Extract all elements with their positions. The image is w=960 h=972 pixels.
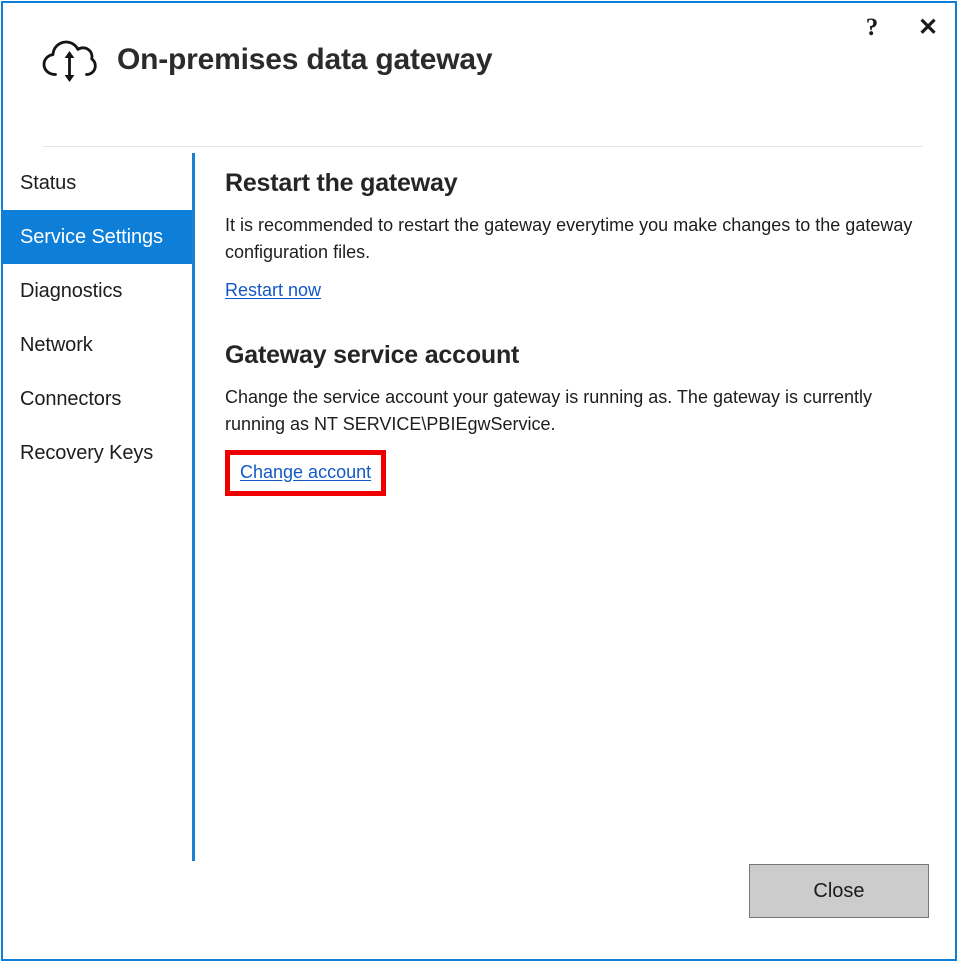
sidebar-item-recovery-keys[interactable]: Recovery Keys <box>3 426 193 480</box>
sidebar-nav: Status Service Settings Diagnostics Netw… <box>3 156 193 480</box>
header-divider <box>43 146 923 147</box>
cloud-updown-arrow-icon <box>41 36 97 84</box>
help-icon[interactable]: ? <box>853 11 891 45</box>
sidebar-item-label: Network <box>20 333 93 356</box>
sidebar-item-label: Recovery Keys <box>20 441 154 464</box>
service-account-section-body: Change the service account your gateway … <box>225 387 873 434</box>
sidebar-item-status[interactable]: Status <box>3 156 193 210</box>
window-controls: ? ✕ <box>853 11 947 45</box>
sidebar-item-label: Service Settings <box>20 225 163 248</box>
main-content: Restart the gateway It is recommended to… <box>225 169 929 496</box>
sidebar-divider <box>192 153 195 861</box>
page-title: On-premises data gateway <box>117 43 493 76</box>
title-bar: ? ✕ On-premises data gateway <box>3 3 955 147</box>
sidebar-item-label: Diagnostics <box>20 279 123 302</box>
change-account-link[interactable]: Change account <box>240 462 371 483</box>
sidebar-item-network[interactable]: Network <box>3 318 193 372</box>
app-brand: On-premises data gateway <box>41 36 493 84</box>
gateway-window: ? ✕ On-premises data gateway Status Serv… <box>1 1 957 961</box>
sidebar-item-service-settings[interactable]: Service Settings <box>3 210 193 264</box>
restart-now-link[interactable]: Restart now <box>225 280 321 301</box>
change-account-highlight-box: Change account <box>225 450 387 496</box>
sidebar-item-diagnostics[interactable]: Diagnostics <box>3 264 193 318</box>
sidebar-item-label: Status <box>20 171 77 194</box>
close-icon[interactable]: ✕ <box>909 11 947 45</box>
restart-section-body: It is recommended to restart the gateway… <box>225 215 913 262</box>
close-button[interactable]: Close <box>749 864 929 918</box>
service-account-section-heading: Gateway service account <box>225 341 520 369</box>
sidebar-item-label: Connectors <box>20 387 122 410</box>
restart-section-heading: Restart the gateway <box>225 169 458 197</box>
footer-bar: Close <box>3 849 955 959</box>
restart-link-row: Restart now <box>225 280 929 301</box>
sidebar-item-connectors[interactable]: Connectors <box>3 372 193 426</box>
